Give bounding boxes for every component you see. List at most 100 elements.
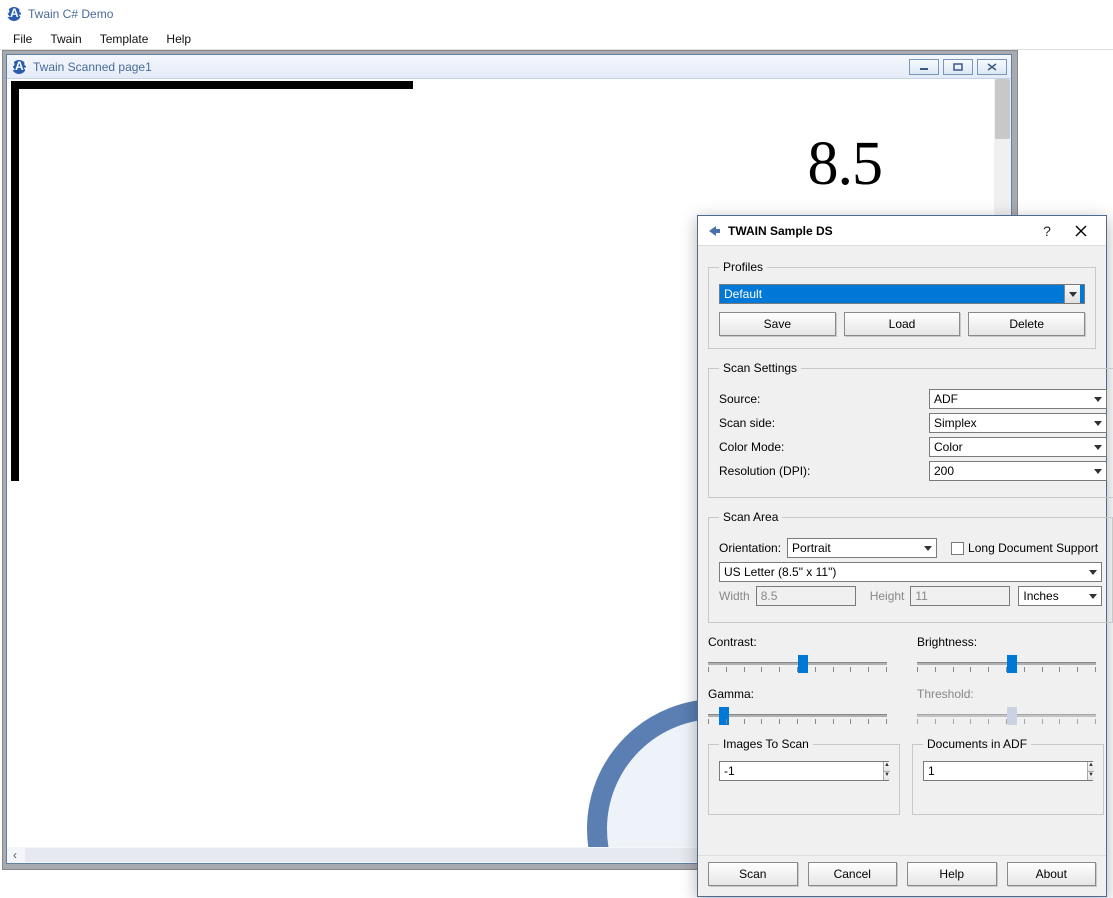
twain-dialog: TWAIN Sample DS ? Profiles Default Save … bbox=[697, 215, 1107, 897]
threshold-label: Threshold: bbox=[917, 687, 1096, 701]
images-to-scan-spinner[interactable]: ▲▼ bbox=[719, 761, 889, 781]
documents-in-adf-group: Documents in ADF ▲▼ bbox=[912, 737, 1104, 815]
svg-text:RAS: RAS bbox=[6, 6, 22, 20]
brightness-label: Brightness: bbox=[917, 635, 1096, 649]
units-select[interactable]: Inches bbox=[1018, 586, 1102, 606]
dialog-help-button[interactable]: ? bbox=[1030, 219, 1064, 243]
dialog-title: TWAIN Sample DS bbox=[728, 224, 1030, 238]
scan-settings-legend: Scan Settings bbox=[719, 361, 801, 375]
colormode-value: Color bbox=[934, 440, 963, 454]
images-to-scan-group: Images To Scan ▲▼ bbox=[708, 737, 900, 815]
slider-row-1: Contrast: Brightness: bbox=[708, 635, 1096, 679]
height-field: 11 bbox=[910, 586, 1010, 606]
child-app-icon: RAS bbox=[11, 59, 27, 75]
svg-text:RAS: RAS bbox=[11, 59, 27, 73]
child-titlebar[interactable]: RAS Twain Scanned page1 bbox=[7, 55, 1011, 79]
scan-area-legend: Scan Area bbox=[719, 510, 782, 524]
app-title: Twain C# Demo bbox=[28, 7, 113, 21]
help-button[interactable]: Help bbox=[907, 862, 997, 886]
contrast-label: Contrast: bbox=[708, 635, 887, 649]
menu-template[interactable]: Template bbox=[91, 29, 158, 49]
app-icon: RAS bbox=[6, 6, 22, 22]
dialog-body: Profiles Default Save Load Delete Scan S… bbox=[698, 246, 1106, 835]
maximize-button[interactable] bbox=[943, 59, 973, 75]
save-label: Save bbox=[764, 317, 791, 331]
minimize-button[interactable] bbox=[909, 59, 939, 75]
resolution-value: 200 bbox=[934, 464, 954, 478]
help-label: Help bbox=[939, 867, 964, 881]
images-to-scan-legend: Images To Scan bbox=[719, 737, 813, 751]
longdoc-label: Long Document Support bbox=[968, 541, 1098, 555]
spin-up-icon[interactable]: ▲ bbox=[883, 762, 890, 771]
minimize-icon bbox=[919, 63, 929, 71]
child-window-title: Twain Scanned page1 bbox=[33, 60, 903, 74]
longdoc-checkbox[interactable] bbox=[951, 542, 964, 555]
scan-area-group: Scan Area Orientation: Portrait Long Doc… bbox=[708, 510, 1113, 623]
menubar: File Twain Template Help bbox=[0, 28, 1113, 50]
chevron-down-icon bbox=[1094, 421, 1102, 426]
chevron-down-icon bbox=[1094, 445, 1102, 450]
delete-label: Delete bbox=[1009, 317, 1044, 331]
maximize-icon bbox=[953, 63, 963, 71]
width-field: 8.5 bbox=[756, 586, 856, 606]
profile-select[interactable]: Default bbox=[719, 284, 1085, 304]
spin-down-icon[interactable]: ▼ bbox=[883, 771, 890, 780]
documents-in-adf-spinner[interactable]: ▲▼ bbox=[923, 761, 1093, 781]
load-profile-button[interactable]: Load bbox=[844, 312, 961, 336]
resolution-select[interactable]: 200 bbox=[929, 461, 1107, 481]
about-label: About bbox=[1036, 867, 1067, 881]
gamma-label: Gamma: bbox=[708, 687, 887, 701]
units-value: Inches bbox=[1023, 589, 1058, 603]
source-select[interactable]: ADF bbox=[929, 389, 1107, 409]
brightness-slider[interactable] bbox=[917, 653, 1096, 679]
close-icon bbox=[987, 63, 997, 71]
scan-label: Scan bbox=[739, 867, 766, 881]
profile-select-value: Default bbox=[724, 287, 762, 301]
scanside-value: Simplex bbox=[934, 416, 977, 430]
delete-profile-button[interactable]: Delete bbox=[968, 312, 1085, 336]
spin-up-icon[interactable]: ▲ bbox=[1087, 762, 1094, 771]
profiles-legend: Profiles bbox=[719, 260, 767, 274]
chevron-down-icon bbox=[1089, 570, 1097, 575]
colormode-select[interactable]: Color bbox=[929, 437, 1107, 457]
scan-preview-number: 8.5 bbox=[808, 129, 883, 200]
images-to-scan-input[interactable] bbox=[720, 764, 883, 778]
profiles-group: Profiles Default Save Load Delete bbox=[708, 260, 1096, 349]
scanside-label: Scan side: bbox=[719, 416, 929, 430]
menu-twain[interactable]: Twain bbox=[41, 29, 90, 49]
width-value: 8.5 bbox=[761, 589, 778, 603]
source-label: Source: bbox=[719, 392, 929, 406]
orientation-select[interactable]: Portrait bbox=[787, 538, 937, 558]
dialog-titlebar[interactable]: TWAIN Sample DS ? bbox=[698, 216, 1106, 246]
menu-file[interactable]: File bbox=[4, 29, 41, 49]
documents-in-adf-legend: Documents in ADF bbox=[923, 737, 1031, 751]
scan-settings-group: Scan Settings Source: ADF Scan side: Sim… bbox=[708, 361, 1113, 498]
contrast-slider[interactable] bbox=[708, 653, 887, 679]
scanside-select[interactable]: Simplex bbox=[929, 413, 1107, 433]
scroll-left-icon[interactable]: ‹ bbox=[7, 848, 23, 862]
documents-in-adf-input[interactable] bbox=[924, 764, 1087, 778]
source-value: ADF bbox=[934, 392, 958, 406]
orientation-label: Orientation: bbox=[719, 541, 781, 555]
papersize-value: US Letter (8.5" x 11") bbox=[724, 565, 836, 579]
menu-help[interactable]: Help bbox=[157, 29, 200, 49]
chevron-down-icon bbox=[924, 546, 932, 551]
spin-down-icon[interactable]: ▼ bbox=[1087, 771, 1094, 780]
save-profile-button[interactable]: Save bbox=[719, 312, 836, 336]
height-value: 11 bbox=[915, 589, 927, 603]
chevron-down-icon bbox=[1094, 397, 1102, 402]
about-button[interactable]: About bbox=[1007, 862, 1097, 886]
cancel-button[interactable]: Cancel bbox=[808, 862, 898, 886]
dialog-close-button[interactable] bbox=[1064, 219, 1098, 243]
close-icon bbox=[1075, 225, 1087, 237]
papersize-select[interactable]: US Letter (8.5" x 11") bbox=[719, 562, 1102, 582]
scan-button[interactable]: Scan bbox=[708, 862, 798, 886]
orientation-value: Portrait bbox=[792, 541, 831, 555]
width-label: Width bbox=[719, 589, 750, 603]
resolution-label: Resolution (DPI): bbox=[719, 464, 929, 478]
vertical-scroll-thumb[interactable] bbox=[995, 79, 1010, 139]
chevron-down-icon bbox=[1094, 469, 1102, 474]
gamma-slider[interactable] bbox=[708, 705, 887, 731]
close-button[interactable] bbox=[977, 59, 1007, 75]
dialog-footer: Scan Cancel Help About bbox=[698, 855, 1106, 896]
